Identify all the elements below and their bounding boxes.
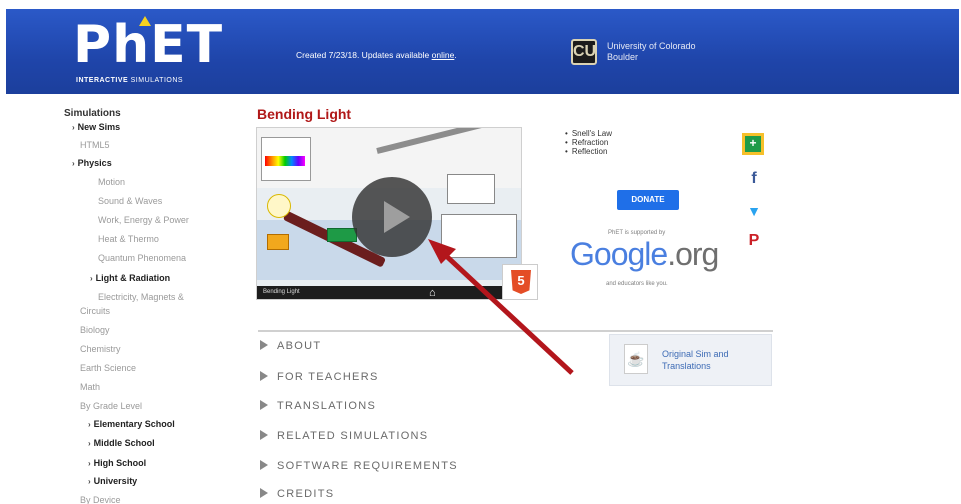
sidebar-title: Simulations	[64, 108, 121, 119]
site-header: PhET INTERACTIVE SIMULATIONS Created 7/2…	[6, 9, 959, 94]
university-campus: Boulder	[607, 52, 639, 62]
donate-button[interactable]: DONATE	[617, 190, 679, 210]
java-icon: ☕	[624, 344, 648, 374]
section-credits[interactable]: CREDITS	[260, 488, 334, 500]
section-related-simulations[interactable]: RELATED SIMULATIONS	[260, 430, 428, 442]
updates-online-link[interactable]: online	[432, 50, 455, 60]
sidebar-item-light-radiation[interactable]: › Light & Radiation	[90, 273, 170, 283]
sidebar-item-math[interactable]: Math	[80, 382, 100, 392]
sidebar-item-circuits[interactable]: Circuits	[80, 306, 110, 316]
sidebar-item-heat-thermo[interactable]: Heat & Thermo	[98, 234, 159, 244]
section-divider	[258, 330, 773, 332]
sim-navbar: Bending Light ⌂	[257, 286, 521, 299]
sidebar-item-new-sims[interactable]: › New Sims	[72, 122, 120, 132]
sim-info-panel	[447, 174, 495, 204]
university-name: University of Colorado	[607, 41, 696, 51]
sidebar-item-university[interactable]: › University	[88, 476, 137, 486]
arrow-icon: ›	[72, 123, 75, 132]
sidebar-item-motion[interactable]: Motion	[98, 177, 125, 187]
sidebar-item-quantum[interactable]: Quantum Phenomena	[98, 253, 186, 263]
arrow-icon: ›	[88, 477, 91, 486]
original-sim-label: Original Sim and	[662, 349, 729, 359]
and-donors-text: and educators like you.	[606, 281, 668, 287]
expand-arrow-icon	[260, 340, 268, 351]
sidebar-item-by-device[interactable]: By Device	[80, 495, 121, 504]
sidebar-item-chemistry[interactable]: Chemistry	[80, 344, 121, 354]
sidebar-item-work-energy[interactable]: Work, Energy & Power	[98, 215, 189, 225]
logo-tagline: INTERACTIVE SIMULATIONS	[76, 77, 184, 84]
sidebar-item-by-grade[interactable]: By Grade Level	[80, 401, 142, 411]
section-about[interactable]: ABOUT	[260, 340, 321, 352]
expand-arrow-icon	[260, 430, 268, 441]
sidebar-item-earth-science[interactable]: Earth Science	[80, 363, 136, 373]
expand-arrow-icon	[260, 460, 268, 471]
section-translations[interactable]: TRANSLATIONS	[260, 400, 376, 412]
sidebar-item-biology[interactable]: Biology	[80, 325, 110, 335]
play-icon	[384, 201, 410, 233]
sidebar-item-physics[interactable]: › Physics	[72, 158, 112, 168]
play-button[interactable]	[352, 177, 432, 257]
expand-arrow-icon	[260, 488, 268, 499]
arrow-icon: ›	[88, 459, 91, 468]
sidebar-item-middle[interactable]: › Middle School	[88, 438, 155, 448]
section-for-teachers[interactable]: FOR TEACHERS	[260, 371, 379, 383]
arrow-icon: ›	[72, 159, 75, 168]
topics-list: Snell's Law Refraction Reflection	[565, 129, 612, 156]
logo-spark-icon	[139, 16, 151, 26]
sidebar-item-elementary[interactable]: › Elementary School	[88, 419, 175, 429]
protractor-icon	[267, 194, 291, 218]
expand-arrow-icon	[260, 371, 268, 382]
intensity-meter-icon	[327, 228, 357, 242]
twitter-icon[interactable]: ▼	[744, 203, 764, 219]
arrow-icon: ›	[90, 274, 93, 283]
wavelength-slider	[265, 156, 305, 166]
page-title: Bending Light	[257, 106, 352, 122]
sim-navbar-title: Bending Light	[263, 289, 300, 295]
html5-badge: 5	[502, 264, 538, 300]
sidebar-item-html5[interactable]: HTML5	[80, 140, 110, 150]
translations-label: Translations	[662, 361, 711, 371]
page: PhET INTERACTIVE SIMULATIONS Created 7/2…	[0, 0, 961, 504]
html5-icon: 5	[511, 270, 531, 294]
created-notice: Created 7/23/18. Updates available onlin…	[296, 50, 457, 60]
sidebar-item-sound-waves[interactable]: Sound & Waves	[98, 196, 162, 206]
cu-boulder-logo[interactable]: CU University of Colorado Boulder	[571, 37, 761, 71]
google-org-logo[interactable]: Google.org	[570, 236, 719, 273]
logo-wordmark: PhET	[73, 15, 224, 75]
home-icon: ⌂	[429, 287, 436, 299]
arrow-icon: ›	[88, 439, 91, 448]
cu-icon: CU	[571, 39, 597, 65]
sidebar-item-high[interactable]: › High School	[88, 458, 146, 468]
sim-material-panel	[441, 214, 517, 258]
pinterest-icon[interactable]: P	[744, 232, 764, 250]
section-software-requirements[interactable]: SOFTWARE REQUIREMENTS	[260, 460, 458, 472]
topic-item: Snell's Law	[565, 129, 612, 138]
phet-logo[interactable]: PhET INTERACTIVE SIMULATIONS	[68, 15, 222, 89]
expand-arrow-icon	[260, 400, 268, 411]
google-classroom-icon[interactable]: +	[742, 133, 764, 155]
sim-preview[interactable]: Bending Light ⌂	[256, 127, 522, 300]
topic-item: Refraction	[565, 138, 612, 147]
prism-icon	[267, 234, 289, 250]
sidebar-item-electricity[interactable]: Electricity, Magnets &	[98, 292, 184, 302]
original-sim-link[interactable]: ☕ Original Sim and Translations	[609, 334, 772, 386]
facebook-icon[interactable]: f	[744, 170, 764, 188]
topic-item: Reflection	[565, 147, 612, 156]
arrow-icon: ›	[88, 420, 91, 429]
